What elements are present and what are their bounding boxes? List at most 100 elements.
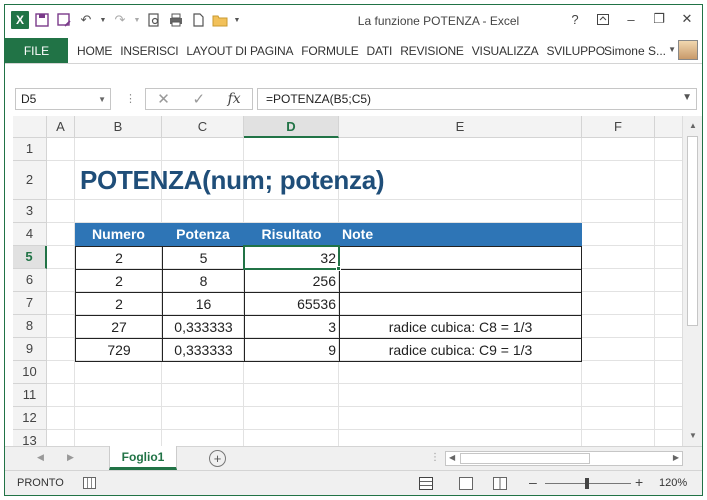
tab-formule[interactable]: FORMULE: [297, 44, 362, 58]
table-cell[interactable]: radice cubica: C9 = 1/3: [339, 338, 582, 362]
table-header-note[interactable]: Note: [339, 223, 582, 246]
insert-function-icon[interactable]: fx: [228, 91, 241, 107]
table-header-potenza[interactable]: Potenza: [162, 223, 244, 246]
tab-layout-di-pagina[interactable]: LAYOUT DI PAGINA: [182, 44, 297, 58]
close-button[interactable]: ✕: [676, 9, 698, 29]
minimize-button[interactable]: –: [620, 9, 642, 29]
chevron-down-icon[interactable]: ▼: [98, 95, 106, 104]
scroll-down-icon[interactable]: ▼: [686, 429, 700, 443]
ribbon-display-options-icon[interactable]: [592, 9, 614, 29]
table-cell[interactable]: 2: [75, 292, 163, 316]
name-box[interactable]: D5 ▼: [15, 88, 111, 110]
row-header-3[interactable]: 3: [13, 200, 47, 223]
scroll-left-icon[interactable]: ◀: [449, 453, 455, 462]
table-cell[interactable]: 729: [75, 338, 163, 362]
sheet-title[interactable]: POTENZA(num; potenza): [80, 165, 385, 196]
status-mode: PRONTO: [17, 477, 64, 489]
formula-bar-buttons: ✕ ✓ fx: [145, 88, 253, 110]
table-cell[interactable]: 0,333333: [162, 338, 245, 362]
column-header-a[interactable]: A: [47, 116, 75, 138]
sheet-next-icon[interactable]: ▶: [67, 452, 74, 463]
table-cell[interactable]: 0,333333: [162, 315, 245, 339]
vertical-scrollbar[interactable]: ▲ ▼: [682, 116, 702, 446]
active-cell-selection[interactable]: [243, 245, 340, 270]
row-header-8[interactable]: 8: [13, 315, 47, 338]
column-header-d[interactable]: D: [244, 116, 339, 138]
table-cell[interactable]: 16: [162, 292, 245, 316]
user-menu-chevron-down-icon[interactable]: ▼: [668, 45, 676, 54]
select-all-corner[interactable]: [13, 116, 47, 138]
zoom-slider-thumb[interactable]: [585, 478, 589, 489]
formula-input[interactable]: =POTENZA(B5;C5) ▼: [257, 88, 697, 110]
add-sheet-button[interactable]: +: [209, 450, 226, 467]
horizontal-scroll-thumb[interactable]: [460, 453, 590, 464]
tab-revisione[interactable]: REVISIONE: [396, 44, 468, 58]
column-header-g[interactable]: [655, 116, 682, 138]
scroll-up-icon[interactable]: ▲: [686, 119, 700, 133]
table-cell[interactable]: 65536: [244, 292, 340, 316]
formula-text: =POTENZA(B5;C5): [266, 92, 372, 106]
zoom-in-icon[interactable]: +: [635, 474, 643, 490]
tab-visualizza[interactable]: VISUALIZZA: [468, 44, 543, 58]
tab-home[interactable]: HOME: [73, 44, 116, 58]
table-cell[interactable]: 3: [244, 315, 340, 339]
tab-split-handle-icon[interactable]: ⋮: [430, 452, 440, 463]
tab-file[interactable]: FILE: [5, 38, 68, 63]
table-cell[interactable]: 256: [244, 269, 340, 293]
table-header-risultato[interactable]: Risultato: [244, 223, 339, 246]
row-header-13[interactable]: 13: [13, 430, 47, 446]
page-break-view-icon[interactable]: [493, 477, 507, 490]
formula-bar-grip-icon[interactable]: ⋮: [125, 92, 136, 105]
column-header-f[interactable]: F: [582, 116, 655, 138]
normal-view-icon[interactable]: [419, 477, 433, 490]
tab-sviluppo[interactable]: SVILUPPO: [542, 44, 608, 58]
table-cell[interactable]: 2: [75, 246, 163, 270]
help-button[interactable]: ?: [564, 9, 586, 29]
avatar[interactable]: [678, 40, 698, 60]
sheet-tab-foglio1[interactable]: Foglio1: [109, 446, 177, 470]
macro-recording-icon[interactable]: [83, 477, 96, 489]
zoom-level[interactable]: 120%: [659, 477, 687, 489]
title-bar: X ↶ ▼ ↷ ▼ ▼ La funzione POTENZA - Excel …: [5, 5, 702, 37]
row-header-6[interactable]: 6: [13, 269, 47, 292]
sheet-prev-icon[interactable]: ◀: [37, 452, 44, 463]
tab-inserisci[interactable]: INSERISCI: [116, 44, 182, 58]
table-cell[interactable]: 9: [244, 338, 340, 362]
column-header-b[interactable]: B: [75, 116, 162, 138]
scroll-right-icon[interactable]: ▶: [673, 453, 679, 462]
expand-formula-bar-icon[interactable]: ▼: [682, 92, 692, 103]
zoom-out-icon[interactable]: –: [529, 474, 537, 490]
restore-button[interactable]: ❐: [648, 9, 670, 29]
row-header-4[interactable]: 4: [13, 223, 47, 246]
table-header-numero[interactable]: Numero: [75, 223, 162, 246]
row-header-11[interactable]: 11: [13, 384, 47, 407]
user-name[interactable]: Simone S...: [604, 44, 666, 58]
row-header-12[interactable]: 12: [13, 407, 47, 430]
table-cell[interactable]: [339, 269, 582, 293]
table-cell[interactable]: 27: [75, 315, 163, 339]
cancel-x-icon[interactable]: ✕: [157, 90, 170, 108]
table-cell[interactable]: 5: [162, 246, 245, 270]
row-header-9[interactable]: 9: [13, 338, 47, 361]
row-header-1[interactable]: 1: [13, 138, 47, 161]
row-header-7[interactable]: 7: [13, 292, 47, 315]
row-header-5[interactable]: 5: [13, 246, 47, 269]
name-box-value: D5: [21, 92, 37, 106]
worksheet-grid[interactable]: A B C D E F 1 2 3 4 5 6 7 8 9 10 11 12 1…: [5, 116, 682, 446]
fill-handle[interactable]: [336, 266, 341, 271]
table-cell[interactable]: 8: [162, 269, 245, 293]
column-header-c[interactable]: C: [162, 116, 244, 138]
column-header-e[interactable]: E: [339, 116, 582, 138]
tab-dati[interactable]: DATI: [363, 44, 397, 58]
table-cell[interactable]: radice cubica: C8 = 1/3: [339, 315, 582, 339]
enter-check-icon[interactable]: ✓: [192, 90, 205, 108]
horizontal-scrollbar[interactable]: ◀ ▶: [445, 451, 683, 466]
row-header-2[interactable]: 2: [13, 161, 47, 200]
table-cell[interactable]: 2: [75, 269, 163, 293]
page-layout-view-icon[interactable]: [459, 477, 473, 490]
table-cell[interactable]: [339, 246, 582, 270]
sheet-tabs-bar: ◀ ▶ Foglio1 + ⋮ ◀ ▶: [5, 446, 702, 470]
vertical-scroll-thumb[interactable]: [687, 136, 698, 326]
table-cell[interactable]: [339, 292, 582, 316]
row-header-10[interactable]: 10: [13, 361, 47, 384]
